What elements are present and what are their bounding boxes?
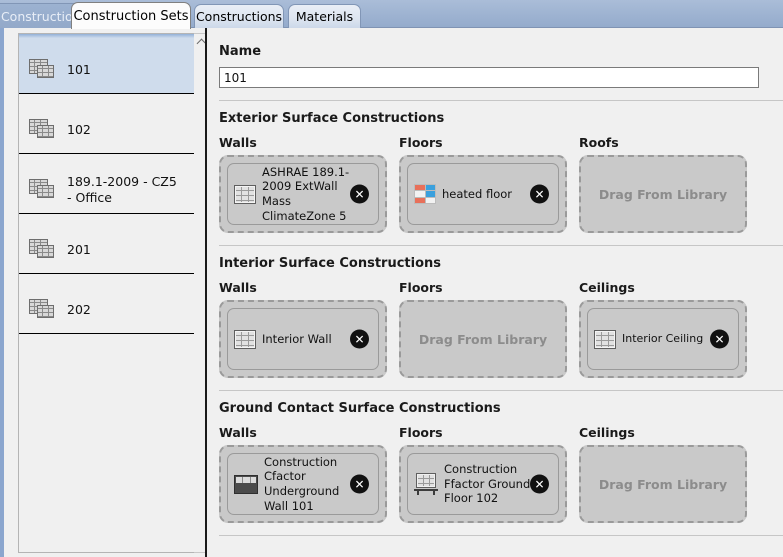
brick-stack-icon [29, 230, 59, 258]
list-item[interactable]: 202 [19, 274, 194, 334]
construction-card[interactable]: Interior Ceiling ✕ [587, 308, 739, 370]
tab-materials[interactable]: Materials [288, 4, 361, 28]
construction-set-list[interactable]: 101 102 189.1-2009 - CZ5 - Office 201 20… [18, 33, 194, 553]
column-header: Walls [219, 280, 257, 295]
brick-stack-icon [29, 50, 59, 78]
tab-bar: Constructions Construction Sets Construc… [0, 0, 783, 29]
name-input[interactable] [219, 67, 759, 88]
construction-card[interactable]: Construction Ffactor Ground Floor 102 ✕ [407, 453, 559, 515]
dropzone-interior-ceilings[interactable]: Interior Ceiling ✕ [579, 300, 747, 378]
dropzones-ground: Construction Cfactor Underground Wall 10… [219, 445, 771, 523]
dropzone-empty-label: Drag From Library [598, 186, 728, 202]
tab-constructions[interactable]: Constructions [194, 4, 284, 28]
tab-label: Construction Sets [73, 8, 189, 24]
remove-button[interactable]: ✕ [350, 329, 369, 349]
construction-set-editor: Name Exterior Surface Constructions Wall… [207, 28, 783, 557]
underground-wall-icon [234, 474, 258, 494]
dropzones-interior: Interior Wall ✕ Drag From Library Interi… [219, 300, 771, 378]
list-item-label: 189.1-2009 - CZ5 - Office [67, 174, 177, 205]
section-title-ground: Ground Contact Surface Constructions [219, 401, 501, 416]
name-label: Name [219, 44, 262, 59]
brick-wall-icon [234, 329, 256, 349]
dropzone-empty-label: Drag From Library [598, 476, 728, 492]
brick-stack-icon [29, 290, 59, 318]
heated-floor-icon [414, 184, 436, 204]
construction-card[interactable]: heated floor ✕ [407, 163, 559, 225]
construction-card[interactable]: ASHRAE 189.1-2009 ExtWall Mass ClimateZo… [227, 163, 379, 225]
column-headers-interior: Walls Floors Ceilings [219, 280, 771, 295]
brick-stack-icon [29, 110, 59, 138]
column-headers-ground: Walls Floors Ceilings [219, 425, 771, 440]
column-header: Ceilings [579, 425, 635, 440]
column-headers-exterior: Walls Floors Roofs [219, 135, 771, 150]
construction-card[interactable]: Construction Cfactor Underground Wall 10… [227, 453, 379, 515]
column-header: Floors [399, 425, 443, 440]
dropzone-ground-ceilings[interactable]: Drag From Library [579, 445, 747, 523]
column-header: Floors [399, 280, 443, 295]
dropzone-exterior-roofs[interactable]: Drag From Library [579, 155, 747, 233]
column-header: Floors [399, 135, 443, 150]
dropzones-exterior: ASHRAE 189.1-2009 ExtWall Mass ClimateZo… [219, 155, 771, 233]
list-item-label: 201 [67, 241, 91, 257]
remove-button[interactable]: ✕ [710, 329, 729, 349]
tab-label: Constructions [195, 9, 283, 24]
divider [219, 390, 783, 391]
remove-button[interactable]: ✕ [530, 474, 549, 494]
construction-card[interactable]: Interior Wall ✕ [227, 308, 379, 370]
list-item[interactable]: 102 [19, 94, 194, 154]
ffactor-floor-icon [414, 473, 438, 495]
column-header: Roofs [579, 135, 619, 150]
dropzone-empty-label: Drag From Library [418, 331, 548, 347]
divider [219, 535, 783, 536]
list-item[interactable]: 189.1-2009 - CZ5 - Office [19, 154, 194, 214]
dropzone-exterior-walls[interactable]: ASHRAE 189.1-2009 ExtWall Mass ClimateZo… [219, 155, 387, 233]
left-panel: 101 102 189.1-2009 - CZ5 - Office 201 20… [0, 28, 209, 557]
list-item-label: 101 [67, 61, 91, 77]
dropzone-ground-walls[interactable]: Construction Cfactor Underground Wall 10… [219, 445, 387, 523]
dropzone-interior-walls[interactable]: Interior Wall ✕ [219, 300, 387, 378]
divider [219, 245, 783, 246]
brick-stack-icon [29, 170, 59, 198]
column-header: Ceilings [579, 280, 635, 295]
dropzone-exterior-floors[interactable]: heated floor ✕ [399, 155, 567, 233]
list-item-label: 202 [67, 301, 91, 317]
column-header: Walls [219, 425, 257, 440]
brick-wall-icon [234, 184, 256, 204]
remove-button[interactable]: ✕ [350, 184, 369, 204]
tab-construction-sets[interactable]: Construction Sets [71, 2, 191, 29]
divider [219, 100, 783, 101]
column-header: Walls [219, 135, 257, 150]
section-title-interior: Interior Surface Constructions [219, 256, 442, 271]
remove-button[interactable]: ✕ [350, 474, 369, 494]
remove-button[interactable]: ✕ [530, 184, 549, 204]
section-title-exterior: Exterior Surface Constructions [219, 111, 445, 126]
dropzone-interior-floors[interactable]: Drag From Library [399, 300, 567, 378]
brick-wall-icon [594, 329, 616, 349]
list-item[interactable]: 201 [19, 214, 194, 274]
list-item[interactable]: 101 [19, 34, 194, 94]
dropzone-ground-floors[interactable]: Construction Ffactor Ground Floor 102 ✕ [399, 445, 567, 523]
list-item-label: 102 [67, 121, 91, 137]
tab-label: Materials [295, 9, 354, 24]
